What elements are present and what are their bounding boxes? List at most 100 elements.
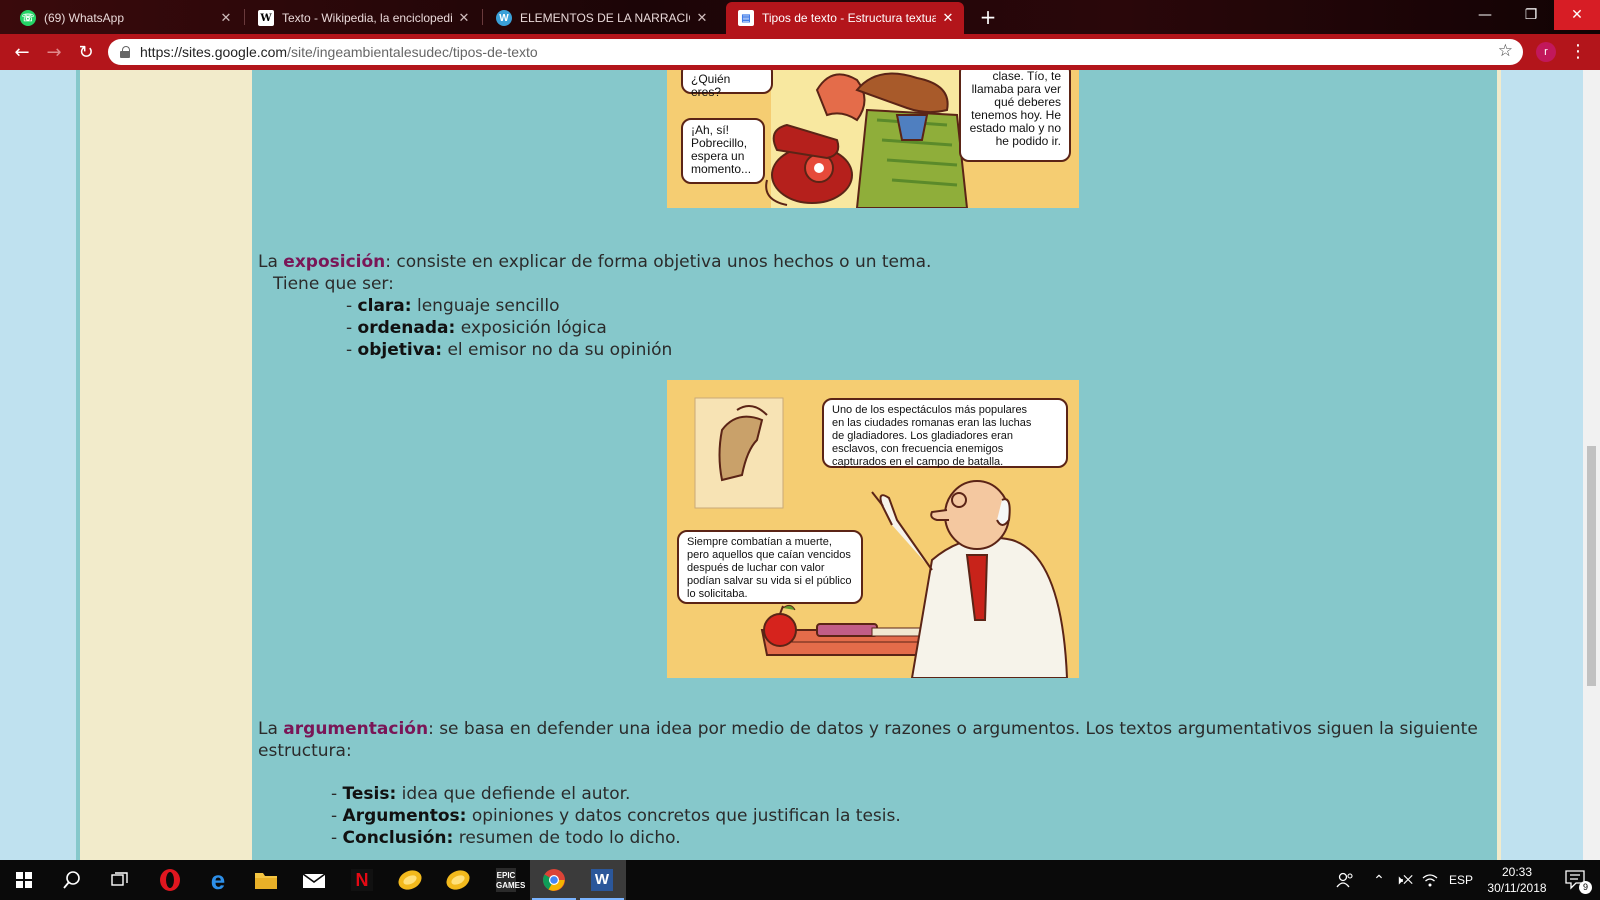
mail-icon — [302, 873, 326, 888]
clock[interactable]: 20:33 30/11/2018 — [1478, 860, 1556, 900]
forward-icon[interactable]: → — [42, 40, 66, 64]
netflix-taskbar-app[interactable]: N — [338, 860, 386, 900]
list-item: - clara: lenguaje sencillo — [346, 295, 560, 317]
volume-muted-icon[interactable]: 🕨✕ — [1392, 860, 1416, 900]
page-right-border — [1497, 70, 1501, 860]
word-taskbar-app[interactable]: W — [578, 860, 626, 900]
file-explorer-taskbar-app[interactable] — [242, 860, 290, 900]
item-text: opiniones y datos concretos que justific… — [466, 806, 901, 826]
bullet-dash: - — [331, 806, 343, 826]
edge-taskbar-app[interactable]: e — [194, 860, 242, 900]
close-icon[interactable]: ✕ — [456, 10, 472, 26]
item-term: Argumentos: — [342, 806, 467, 826]
text: La — [258, 252, 284, 272]
edge-icon: e — [210, 864, 226, 895]
chrome-icon — [543, 869, 565, 891]
profile-avatar[interactable]: r — [1536, 42, 1556, 62]
close-icon[interactable]: ✕ — [694, 10, 710, 26]
wikipedia-icon: W — [258, 10, 274, 26]
list-item: - Conclusión: resumen de todo lo dicho. — [331, 827, 681, 849]
list-item: - Tesis: idea que defiende el autor. — [331, 783, 630, 805]
main-content: ¿Quién eres? ¡Ah, sí! Pobrecillo, espera… — [252, 70, 1497, 860]
tab-title: ELEMENTOS DE LA NARRACION — [520, 11, 690, 25]
lock-icon — [120, 46, 130, 58]
action-center-button[interactable]: 9 — [1556, 860, 1596, 900]
tab-title: Texto - Wikipedia, la enciclopedia — [282, 11, 452, 25]
search-button[interactable] — [48, 860, 96, 900]
menu-icon[interactable]: ⋮ — [1568, 40, 1588, 64]
new-tab-button[interactable]: + — [976, 5, 1000, 29]
wordpress-icon: W — [496, 10, 512, 26]
bullet-dash: - — [346, 318, 358, 338]
speech-bubble-deberes: clase. Tío, te llamaba para ver qué debe… — [959, 70, 1071, 162]
epic-games-taskbar-app[interactable]: EPIC GAMES — [482, 860, 530, 900]
task-view-icon — [111, 872, 128, 886]
text: La — [258, 719, 284, 739]
item-term: Conclusión: — [342, 828, 454, 848]
item-text: resumen de todo lo dicho. — [453, 828, 681, 848]
browser-toolbar: ← → ↻ https://sites.google.com/site/inge… — [0, 34, 1600, 70]
search-icon — [63, 871, 80, 889]
reload-icon[interactable]: ↻ — [74, 40, 98, 64]
clock-date: 30/11/2018 — [1487, 881, 1547, 895]
item-term: clara: — [357, 296, 412, 316]
epic-games-icon: EPIC GAMES — [496, 868, 525, 892]
windows-logo-icon — [16, 872, 32, 888]
word-icon: W — [591, 869, 613, 891]
argumentacion-definition-continued: estructura: — [258, 741, 352, 761]
item-term: objetiva: — [357, 340, 443, 360]
list-item: - ordenada: exposición lógica — [346, 317, 607, 339]
url-path: /site/ingeambientalesudec/tipos-de-texto — [287, 44, 538, 60]
app-taskbar-item[interactable] — [434, 860, 482, 900]
text: : se basa en defender una idea por medio… — [428, 719, 1478, 739]
text: : consiste en explicar de forma objetiva… — [385, 252, 932, 272]
opera-taskbar-app[interactable] — [146, 860, 194, 900]
app-taskbar-item[interactable] — [386, 860, 434, 900]
exposicion-intro: Tiene que ser: — [273, 274, 394, 294]
item-text: el emisor no da su opinión — [442, 340, 673, 360]
language-indicator[interactable]: ESP — [1446, 860, 1476, 900]
scrollbar-thumb[interactable] — [1587, 446, 1596, 686]
people-icon[interactable] — [1330, 860, 1360, 900]
list-item: - Argumentos: opiniones y datos concreto… — [331, 805, 901, 827]
window-close-button[interactable]: ✕ — [1554, 0, 1600, 30]
bookmark-star-icon[interactable]: ☆ — [1498, 41, 1513, 61]
comic-gladiators-image: Uno de los espectáculos más populares en… — [667, 380, 1079, 678]
item-term: ordenada: — [357, 318, 456, 338]
tab-whatsapp[interactable]: ☏ (69) WhatsApp ✕ — [8, 2, 242, 34]
tab-title: (69) WhatsApp — [44, 11, 125, 25]
start-button[interactable] — [0, 860, 48, 900]
comic-telephone-image: ¿Quién eres? ¡Ah, sí! Pobrecillo, espera… — [667, 70, 1079, 208]
item-text: lenguaje sencillo — [411, 296, 560, 316]
restore-button[interactable]: ❐ — [1508, 0, 1554, 30]
mail-taskbar-app[interactable] — [290, 860, 338, 900]
page-scrollbar[interactable] — [1583, 70, 1600, 860]
notification-count-badge: 9 — [1579, 881, 1592, 894]
item-text: exposición lógica — [455, 318, 607, 338]
tab-tipos-de-texto[interactable]: ▤ Tipos de texto - Estructura textual ✕ — [726, 2, 964, 34]
show-hidden-icons-chevron-icon[interactable]: ⌃ — [1368, 860, 1390, 900]
page-viewport: ¿Quién eres? ¡Ah, sí! Pobrecillo, espera… — [0, 70, 1583, 860]
tab-elementos-narracion[interactable]: W ELEMENTOS DE LA NARRACION ✕ — [484, 2, 718, 34]
back-icon[interactable]: ← — [10, 40, 34, 64]
bullet-dash: - — [346, 296, 358, 316]
speech-bubble-gladiadores: Uno de los espectáculos más populares en… — [822, 398, 1068, 468]
close-icon[interactable]: ✕ — [218, 10, 234, 26]
argumentacion-definition: La argumentación: se basa en defender un… — [258, 718, 1478, 740]
folder-icon — [255, 873, 277, 889]
tab-wikipedia[interactable]: W Texto - Wikipedia, la enciclopedia ✕ — [246, 2, 480, 34]
close-icon[interactable]: ✕ — [940, 10, 956, 26]
chrome-taskbar-app[interactable] — [530, 860, 578, 900]
task-view-button[interactable] — [96, 860, 144, 900]
wifi-icon[interactable] — [1418, 860, 1442, 900]
minimize-button[interactable]: — — [1462, 0, 1508, 30]
item-term: Tesis: — [342, 784, 397, 804]
tab-divider — [244, 9, 245, 25]
address-bar[interactable]: https://sites.google.com/site/ingeambien… — [108, 39, 1523, 65]
coin-app-icon — [398, 870, 422, 890]
bullet-dash: - — [331, 828, 343, 848]
list-item: - objetiva: el emisor no da su opinión — [346, 339, 672, 361]
bullet-dash: - — [331, 784, 343, 804]
tab-divider — [482, 9, 483, 25]
argumentacion-term: argumentación — [283, 719, 429, 739]
